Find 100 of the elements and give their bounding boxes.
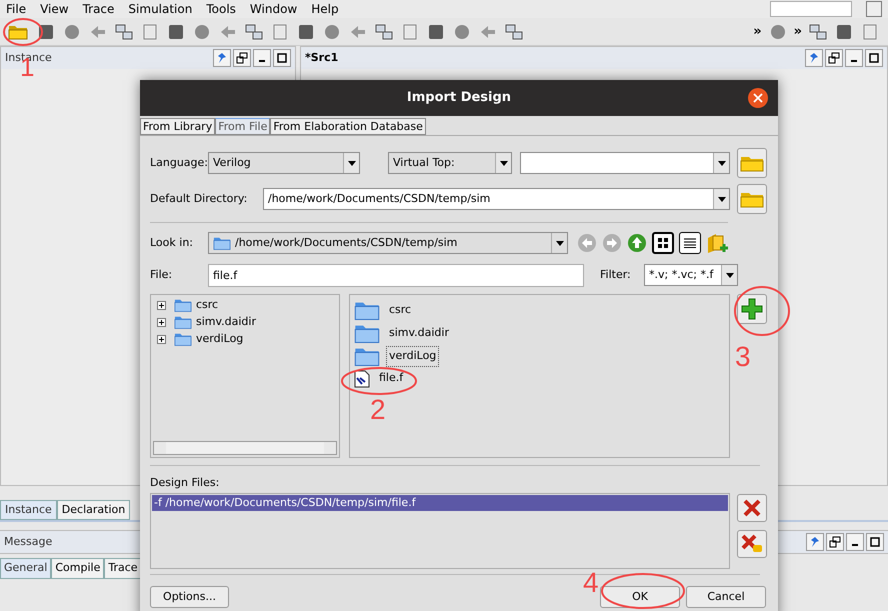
minimize-icon[interactable] <box>845 49 863 67</box>
close-button[interactable] <box>748 88 768 108</box>
menu-item[interactable]: Help <box>311 0 339 18</box>
float-icon[interactable] <box>233 49 251 67</box>
list-view-icon[interactable] <box>679 232 701 254</box>
dialog-tab[interactable]: From Library <box>140 118 216 135</box>
dropdown-arrow-icon <box>500 160 508 166</box>
toolbar-icon[interactable] <box>504 22 524 42</box>
expand-icon[interactable] <box>157 335 166 344</box>
add-button[interactable] <box>737 294 767 324</box>
dropdown-arrow-icon <box>718 160 726 166</box>
folder-icon <box>740 154 764 172</box>
panel-tab[interactable]: Declaration <box>56 500 130 520</box>
design-file-row[interactable]: -f /home/work/Documents/CSDN/temp/sim/file.f <box>152 495 728 511</box>
look-in-select[interactable]: /home/work/Documents/CSDN/temp/sim <box>208 232 568 254</box>
virtual-top-select[interactable]: Virtual Top: <box>388 152 512 174</box>
tree-item[interactable]: verdiLog <box>157 331 339 348</box>
panel-title: Message <box>4 534 52 550</box>
tree-item[interactable]: csrc <box>157 297 339 314</box>
field-label: Filter: <box>600 266 632 283</box>
dialog-tab[interactable]: From Elaboration Database <box>270 118 426 135</box>
pin-icon[interactable] <box>213 49 231 67</box>
language-select[interactable]: Verilog <box>208 152 360 174</box>
float-icon[interactable] <box>825 49 843 67</box>
menu-item[interactable]: Tools <box>206 0 236 18</box>
dialog-title: Import Design <box>406 89 512 108</box>
menu-item[interactable]: View <box>40 0 69 18</box>
panel-tab[interactable]: General <box>0 558 52 579</box>
pin-icon[interactable] <box>806 533 824 551</box>
section-label: Design Files: <box>150 475 220 489</box>
folder-icon <box>174 298 192 313</box>
overflow-chevron[interactable]: » <box>753 22 762 42</box>
browse-button[interactable] <box>737 184 767 214</box>
panel-tab[interactable]: Instance <box>0 500 57 520</box>
tree-item[interactable]: simv.daidir <box>157 314 339 331</box>
file-list-item[interactable]: verdiLog <box>386 346 440 367</box>
maximize-icon[interactable] <box>865 49 883 67</box>
ok-button[interactable]: OK <box>600 586 680 608</box>
float-icon[interactable] <box>826 533 844 551</box>
pin-icon[interactable] <box>805 49 823 67</box>
field-label: Default Directory: <box>150 190 248 207</box>
field-label: File: <box>150 266 174 283</box>
toolbar-icon[interactable] <box>114 22 134 42</box>
filter-select[interactable]: *.v; *.vc; *.f <box>644 264 738 286</box>
menu-item[interactable]: Window <box>250 0 298 18</box>
minimize-icon[interactable] <box>253 49 271 67</box>
overflow-chevron[interactable]: » <box>794 22 802 42</box>
dialog-tab[interactable]: From File <box>215 118 270 135</box>
options-button[interactable]: Options... <box>150 586 229 608</box>
toolbar-icon[interactable] <box>244 22 264 42</box>
folder-icon <box>174 315 192 330</box>
toolbar-icon[interactable] <box>808 22 828 42</box>
plus-icon <box>741 298 763 320</box>
dropdown-arrow-icon <box>348 160 356 166</box>
panel-tab[interactable]: Trace <box>104 558 142 579</box>
field-label: Language: <box>150 154 208 171</box>
clear-all-icon <box>741 534 763 554</box>
folder-icon <box>354 323 380 344</box>
toolbar-icon[interactable] <box>374 22 394 42</box>
panel-title: *Src1 <box>305 50 338 66</box>
maximize-icon[interactable] <box>273 49 291 67</box>
up-icon[interactable] <box>627 233 647 253</box>
field-label: Look in: <box>150 234 194 251</box>
annotation-number: 4 <box>583 569 599 597</box>
clear-all-button[interactable] <box>737 530 767 558</box>
menu-item[interactable]: File <box>6 0 26 18</box>
annotation-circle <box>2 17 44 47</box>
browse-button[interactable] <box>737 148 767 178</box>
file-name-field[interactable]: file.f <box>208 264 584 286</box>
cancel-button[interactable]: Cancel <box>686 586 766 608</box>
search-field[interactable] <box>770 1 852 17</box>
icon-view-icon[interactable] <box>652 232 674 254</box>
menu-item[interactable]: Trace <box>82 0 114 18</box>
panel-tab[interactable]: Compile <box>51 558 104 579</box>
horizontal-scrollbar[interactable] <box>153 441 337 455</box>
folder-icon <box>740 190 764 208</box>
dropdown-arrow-icon <box>718 196 726 202</box>
minimize-icon[interactable] <box>846 533 864 551</box>
file-icon <box>354 370 370 388</box>
dropdown-arrow-icon <box>556 240 564 246</box>
delete-button[interactable] <box>737 494 767 522</box>
default-directory-select[interactable]: /home/work/Documents/CSDN/temp/sim <box>263 188 730 210</box>
folder-icon <box>354 346 380 367</box>
search-icon[interactable] <box>866 1 882 17</box>
folder-icon <box>213 236 231 250</box>
expand-icon[interactable] <box>157 301 166 310</box>
annotation-circle <box>733 285 791 337</box>
annotation-number: 2 <box>370 396 386 424</box>
annotation-number: 3 <box>735 343 751 371</box>
close-icon <box>753 93 763 103</box>
folder-icon <box>174 332 192 347</box>
menu-item[interactable]: Simulation <box>128 0 192 18</box>
delete-icon <box>743 499 761 517</box>
file-list-item[interactable]: csrc <box>386 300 414 321</box>
dropdown-arrow-icon <box>726 272 734 278</box>
virtual-top-field[interactable] <box>520 152 730 174</box>
file-list-item[interactable]: simv.daidir <box>386 323 452 344</box>
new-folder-icon[interactable] <box>706 232 728 254</box>
maximize-icon[interactable] <box>866 533 884 551</box>
expand-icon[interactable] <box>157 318 166 327</box>
